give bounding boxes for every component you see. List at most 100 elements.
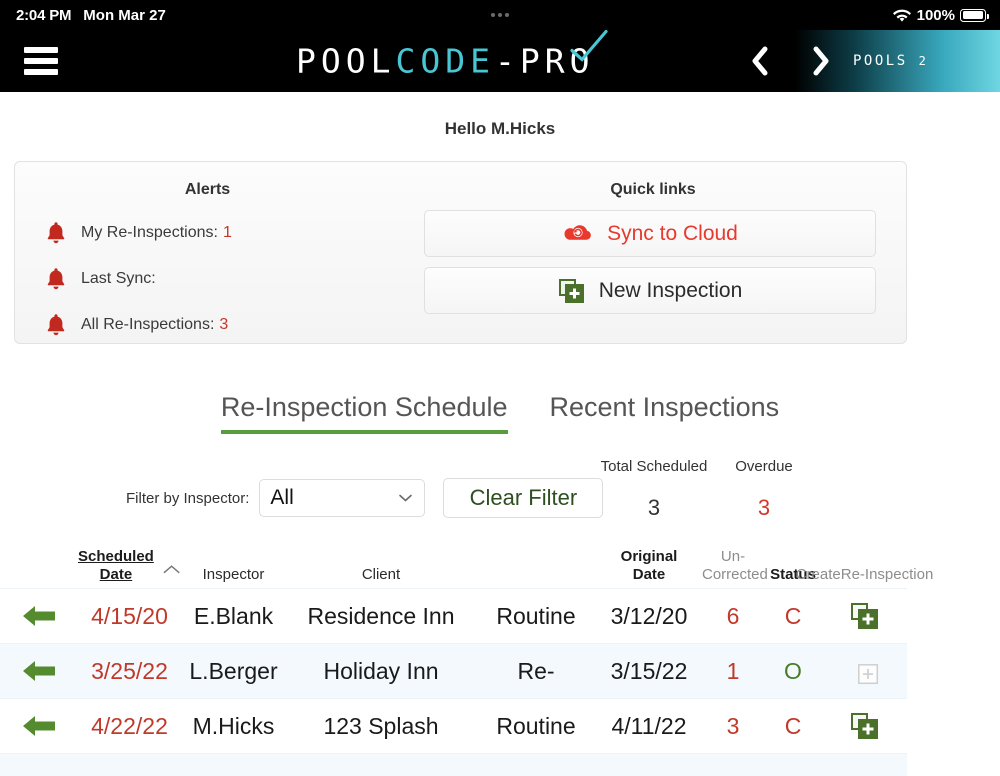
create-re-inspection-button[interactable] [822, 602, 907, 630]
bell-icon [47, 268, 65, 290]
logo-part-pr: -PR [494, 41, 570, 81]
create-re-inspection-icon [850, 713, 878, 739]
cell-scheduled-date: 4/22/22 [91, 712, 168, 739]
row-arrow-button[interactable] [0, 713, 78, 739]
cell-inspector: E.Blank [193, 602, 274, 629]
logo-part-code: CODE [395, 41, 495, 81]
row-arrow-button[interactable] [0, 603, 78, 629]
column-header-uncorrected[interactable]: Un- Corrected [702, 547, 768, 586]
sort-ascending-caret-icon[interactable] [162, 564, 181, 575]
cell-original-date: 3/12/20 [610, 602, 688, 629]
cell-status: O [784, 657, 802, 684]
pools-tab-label: POOLS [853, 53, 908, 69]
column-header-original-date[interactable]: Original Date [596, 548, 702, 586]
scheduled-date-line2: Date [99, 566, 133, 584]
cell-original-date: 3/15/22 [610, 657, 688, 684]
arrow-left-icon [23, 716, 55, 736]
re-inspection-schedule-table: Scheduled Date Inspector Client Original D… [0, 526, 934, 776]
recording-dots-icon [491, 13, 509, 17]
uncorrected-line1: Un- [720, 547, 746, 565]
stat-overdue: Overdue 3 [718, 458, 810, 521]
original-date-line1: Original [620, 547, 678, 565]
table-row[interactable]: 3/25/22 L.Berger Holiday Inn Re- 3/15/22… [0, 643, 907, 698]
column-header-client[interactable]: Client [286, 566, 476, 585]
original-date-line2: Date [632, 566, 666, 584]
new-inspection-button[interactable]: New Inspection [424, 267, 876, 314]
cell-uncorrected: 6 [726, 602, 740, 629]
tab-bar: Re-Inspection Schedule Recent Inspection… [0, 392, 1000, 434]
overdue-value: 3 [757, 495, 771, 520]
table-row[interactable]: 4/15/20 E.Blank Residence Inn Routine 3/… [0, 588, 907, 643]
arrow-left-icon [23, 606, 55, 626]
uncorrected-line2: Corrected [702, 566, 768, 584]
overdue-label: Overdue [735, 458, 793, 475]
create-re-inspection-icon [850, 603, 878, 629]
column-header-create-re-inspection: Create Re- Inspection [796, 566, 934, 585]
alert-value-all-reinspections: 3 [219, 316, 229, 333]
inspector-filter-select[interactable]: All [259, 479, 426, 517]
cell-original-date: 4/11/22 [611, 712, 687, 739]
column-header-inspector[interactable]: Inspector [181, 566, 286, 585]
hamburger-menu-icon[interactable] [24, 47, 58, 75]
create-re-inspection-button[interactable] [822, 712, 907, 740]
filter-by-inspector-label: Filter by Inspector: [126, 489, 250, 507]
cell-scheduled-date: 3/25/22 [91, 657, 168, 684]
arrow-left-icon [23, 661, 55, 681]
app-logo: POOL CODE -PR O [296, 30, 608, 81]
alert-item-my-reinspections[interactable]: My Re-Inspections: 1 [15, 210, 400, 256]
cell-client: 123 Splash [323, 712, 439, 739]
cell-status: C [784, 602, 802, 629]
total-scheduled-label: Total Scheduled [600, 458, 708, 475]
bell-icon [47, 222, 65, 244]
stat-total-scheduled: Total Scheduled 3 [588, 458, 720, 521]
battery-percentage: 100% [916, 6, 955, 24]
greeting-text: Hello M.Hicks [444, 119, 556, 138]
quick-links-title: Quick links [610, 181, 696, 198]
previous-pool-button[interactable] [742, 41, 776, 81]
alert-label-last-sync: Last Sync: [81, 270, 156, 287]
status-bar-time: 2:04 PM [16, 6, 72, 24]
row-arrow-button[interactable] [0, 658, 78, 684]
pools-tab-count: 2 [918, 54, 926, 68]
cell-uncorrected: 3 [726, 712, 740, 739]
scheduled-date-line1: Scheduled [78, 547, 154, 565]
cell-type: Routine [496, 602, 576, 629]
clear-filter-button[interactable]: Clear Filter [443, 478, 604, 518]
chevron-down-icon [399, 494, 413, 502]
status-bar-date: Mon Mar 27 [83, 6, 166, 24]
logo-part-o: O [569, 41, 595, 81]
cell-client: Residence Inn [307, 602, 455, 629]
total-scheduled-value: 3 [647, 495, 661, 520]
next-pool-button[interactable] [804, 41, 838, 81]
sync-to-cloud-label: Sync to Cloud [607, 221, 738, 245]
alert-item-last-sync[interactable]: Last Sync: [15, 256, 400, 302]
cell-status: C [784, 712, 802, 739]
cell-inspector: M.Hicks [192, 712, 275, 739]
table-header-row: Scheduled Date Inspector Client Original D… [0, 526, 934, 588]
create-re-inspection-icon-disabled [857, 664, 878, 685]
wifi-icon [892, 9, 911, 22]
create-line3: Inspection [864, 566, 934, 584]
alert-value-my-reinspections: 1 [222, 224, 232, 241]
dashboard-card: Alerts My Re-Inspections: 1 Last Sync: A… [14, 161, 907, 344]
table-row[interactable]: 4/22/22 M.Hicks 123 Splash Routine 4/11/… [0, 698, 907, 753]
sync-to-cloud-button[interactable]: Sync to Cloud [424, 210, 876, 257]
create-line2: Re- [840, 566, 865, 584]
clear-filter-label: Clear Filter [469, 485, 578, 510]
cell-type: Routine [496, 712, 576, 739]
ios-status-bar: 2:04 PM Mon Mar 27 100% [0, 0, 1000, 30]
cell-client: Holiday Inn [323, 657, 439, 684]
alert-item-all-reinspections[interactable]: All Re-Inspections: 3 [15, 302, 400, 348]
quick-links-panel: Quick links Sync to Cloud New Inspection [400, 162, 906, 343]
alert-label-all-reinspections: All Re-Inspections: [81, 316, 215, 333]
table-row-empty [0, 753, 907, 776]
bell-icon [47, 314, 65, 336]
battery-full-icon [960, 8, 989, 22]
column-header-scheduled-date[interactable]: Scheduled Date [78, 548, 181, 586]
create-re-inspection-button-disabled [822, 657, 907, 685]
tab-re-inspection-schedule[interactable]: Re-Inspection Schedule [220, 392, 508, 434]
page-body: Hello M.Hicks Alerts My Re-Inspections: … [0, 92, 1000, 776]
logo-part-pool: POOL [296, 41, 396, 81]
tab-recent-inspections[interactable]: Recent Inspections [550, 392, 780, 434]
app-header: POOL CODE -PR O POOLS 2 [0, 30, 1000, 92]
